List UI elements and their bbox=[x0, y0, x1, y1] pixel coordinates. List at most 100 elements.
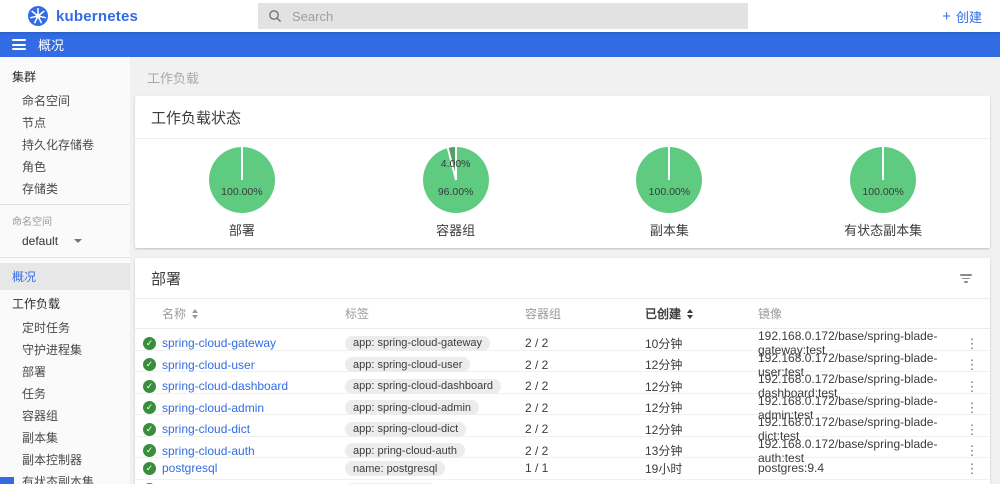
label-chip: app: spring-cloud-dict bbox=[345, 422, 466, 437]
search-input[interactable] bbox=[292, 9, 738, 24]
pods-count: 1 / 1 bbox=[525, 461, 645, 475]
column-header-pods[interactable]: 容器组 bbox=[525, 305, 645, 322]
pie-main-percent: 96.00% bbox=[423, 186, 489, 198]
status-ok-icon: ✓ bbox=[143, 444, 156, 457]
sidebar-section-workloads[interactable]: 工作负载 bbox=[0, 290, 130, 316]
app-bar: 概况 bbox=[0, 32, 1000, 57]
filter-icon[interactable] bbox=[958, 272, 974, 285]
table-row: ✓ spring-cloud-admin app: spring-cloud-a… bbox=[135, 394, 990, 416]
table-row: ✓ spring-cloud-dashboard app: spring-clo… bbox=[135, 372, 990, 394]
pods-count: 2 / 2 bbox=[525, 358, 645, 372]
sidebar-item-replication-controllers[interactable]: 副本控制器 bbox=[0, 448, 130, 470]
sidebar-item-storage-classes[interactable]: 存储类 bbox=[0, 177, 130, 199]
column-header-images[interactable]: 镜像 bbox=[758, 305, 954, 322]
pie-chart-label: 部署 bbox=[229, 220, 255, 239]
created-age: 12分钟 bbox=[645, 399, 758, 416]
created-age: 12分钟 bbox=[645, 356, 758, 373]
sidebar-divider bbox=[0, 257, 130, 258]
replica-sets-pie-chart[interactable]: 100.00% bbox=[636, 147, 702, 213]
menu-hamburger-icon[interactable] bbox=[12, 39, 26, 50]
pods-count: 2 / 2 bbox=[525, 336, 645, 350]
column-header-name[interactable]: 名称 bbox=[162, 305, 345, 322]
label-chip: app: spring-cloud-admin bbox=[345, 400, 479, 415]
kebab-menu-icon[interactable]: ⋮ bbox=[954, 380, 990, 393]
table-row: ✓ spring-cloud-dict app: spring-cloud-di… bbox=[135, 415, 990, 437]
label-chip: name: postgresql bbox=[345, 461, 445, 476]
pie-main-percent: 100.00% bbox=[636, 186, 702, 198]
sort-icon bbox=[192, 309, 198, 319]
kebab-menu-icon[interactable]: ⋮ bbox=[954, 401, 990, 414]
sidebar-item-persistent-volumes[interactable]: 持久化存储卷 bbox=[0, 133, 130, 155]
workload-status-charts: 100.00% 部署 4.00% 96.00% 容器组 bbox=[135, 139, 990, 248]
pods-pie-chart[interactable]: 4.00% 96.00% bbox=[423, 147, 489, 213]
bottom-left-accent bbox=[0, 477, 14, 484]
chevron-down-icon bbox=[74, 239, 82, 243]
table-row: ✓ spring-cloud-user app: spring-cloud-us… bbox=[135, 351, 990, 373]
deployment-name-link[interactable]: spring-cloud-auth bbox=[162, 444, 255, 458]
workload-status-card: 工作负载状态 100.00% 部署 4.00% 96.00% bbox=[135, 96, 990, 248]
brand-name: kubernetes bbox=[56, 8, 138, 25]
pods-count: 2 / 2 bbox=[525, 401, 645, 415]
table-row: ✓ postgresql name: postgresql 1 / 1 19小时… bbox=[135, 458, 990, 480]
deployment-name-link[interactable]: spring-cloud-dict bbox=[162, 422, 250, 436]
stateful-sets-pie-chart[interactable]: 100.00% bbox=[850, 147, 916, 213]
sidebar-item-replica-sets[interactable]: 副本集 bbox=[0, 426, 130, 448]
sidebar-section-cluster[interactable]: 集群 bbox=[0, 63, 130, 89]
plus-icon: + bbox=[942, 9, 951, 24]
sidebar: 集群 命名空间 节点 持久化存储卷 角色 存储类 命名空间 default 概况… bbox=[0, 57, 130, 484]
deployment-name-link[interactable]: spring-cloud-admin bbox=[162, 401, 264, 415]
label-chip: app: spring-cloud-gateway bbox=[345, 336, 490, 351]
status-ok-icon: ✓ bbox=[143, 358, 156, 371]
pie-chart-label: 副本集 bbox=[650, 220, 689, 239]
deployment-name-link[interactable]: spring-cloud-gateway bbox=[162, 336, 276, 350]
brand-home-link[interactable]: kubernetes bbox=[0, 6, 258, 26]
search-icon bbox=[268, 9, 282, 23]
created-age: 12分钟 bbox=[645, 421, 758, 438]
sidebar-item-namespaces[interactable]: 命名空间 bbox=[0, 89, 130, 111]
pie-main-percent: 100.00% bbox=[209, 186, 275, 198]
kebab-menu-icon[interactable]: ⋮ bbox=[954, 358, 990, 371]
kebab-menu-icon[interactable]: ⋮ bbox=[954, 462, 990, 475]
pie-top-percent: 4.00% bbox=[423, 158, 489, 170]
top-navbar: kubernetes + 创建 bbox=[0, 0, 1000, 32]
pie-divider bbox=[668, 147, 670, 180]
pods-count: 2 / 2 bbox=[525, 422, 645, 436]
deployments-pie-chart[interactable]: 100.00% bbox=[209, 147, 275, 213]
pie-main-percent: 100.00% bbox=[850, 186, 916, 198]
deployment-name-link[interactable]: spring-cloud-dashboard bbox=[162, 379, 288, 393]
create-button-label: 创建 bbox=[956, 7, 982, 26]
sidebar-item-roles[interactable]: 角色 bbox=[0, 155, 130, 177]
sidebar-item-jobs[interactable]: 任务 bbox=[0, 382, 130, 404]
pie-divider bbox=[882, 147, 884, 180]
sidebar-item-cron-jobs[interactable]: 定时任务 bbox=[0, 316, 130, 338]
sidebar-item-overview[interactable]: 概况 bbox=[0, 263, 130, 290]
create-button[interactable]: + 创建 bbox=[942, 7, 1000, 26]
namespace-selector[interactable]: default bbox=[0, 230, 130, 252]
pie-replica-sets: 100.00% 副本集 bbox=[563, 147, 777, 239]
pie-stateful-sets: 100.00% 有状态副本集 bbox=[776, 147, 990, 239]
sidebar-item-stateful-sets[interactable]: 有状态副本集 bbox=[0, 470, 130, 484]
deployment-name-link[interactable]: spring-cloud-user bbox=[162, 358, 255, 372]
label-chip: app: spring-cloud-user bbox=[345, 357, 470, 372]
workload-status-title: 工作负载状态 bbox=[135, 96, 990, 139]
main-content: 工作负载 工作负载状态 100.00% 部署 4.00% bbox=[130, 57, 1000, 484]
pods-count: 2 / 2 bbox=[525, 444, 645, 458]
status-ok-icon: ✓ bbox=[143, 380, 156, 393]
kebab-menu-icon[interactable]: ⋮ bbox=[954, 423, 990, 436]
page-title: 概况 bbox=[38, 35, 64, 54]
deployment-name-link[interactable]: postgresql bbox=[162, 461, 217, 475]
sidebar-item-pods[interactable]: 容器组 bbox=[0, 404, 130, 426]
search-box[interactable] bbox=[258, 3, 748, 29]
pie-chart-label: 有状态副本集 bbox=[844, 220, 922, 239]
column-header-labels[interactable]: 标签 bbox=[345, 305, 525, 322]
sidebar-item-deployments[interactable]: 部署 bbox=[0, 360, 130, 382]
breadcrumb: 工作负载 bbox=[135, 65, 990, 96]
sidebar-item-nodes[interactable]: 节点 bbox=[0, 111, 130, 133]
sort-icon-active bbox=[687, 309, 693, 319]
sidebar-item-daemon-sets[interactable]: 守护进程集 bbox=[0, 338, 130, 360]
kebab-menu-icon[interactable]: ⋮ bbox=[954, 444, 990, 457]
pods-count: 2 / 2 bbox=[525, 379, 645, 393]
column-header-created[interactable]: 已创建 bbox=[645, 305, 758, 322]
created-age: 13分钟 bbox=[645, 442, 758, 459]
kebab-menu-icon[interactable]: ⋮ bbox=[954, 337, 990, 350]
